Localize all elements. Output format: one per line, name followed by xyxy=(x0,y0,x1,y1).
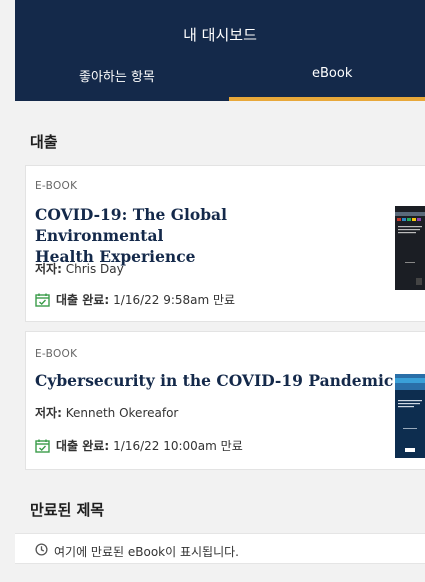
loan-card[interactable]: E-BOOK COVID-19: The Global Environmenta… xyxy=(25,165,425,322)
clock-icon xyxy=(35,543,48,556)
tab-favorites[interactable]: 좋아하는 항목 xyxy=(79,66,155,85)
page-title: 내 대시보드 xyxy=(183,26,257,44)
app-header: 내 대시보드 좋아하는 항목 eBook xyxy=(15,0,425,101)
author-name: Kenneth Okereafor xyxy=(65,406,179,420)
book-title[interactable]: Cybersecurity in the COVID-19 Pandemic xyxy=(35,370,395,391)
book-cover-art xyxy=(395,206,425,290)
book-cover-image[interactable] xyxy=(395,374,425,458)
author-name: Chris Day xyxy=(65,262,124,276)
active-tab-indicator xyxy=(229,97,425,101)
tab-ebook[interactable]: eBook xyxy=(312,66,352,81)
loan-status: 대출 완료: 1/16/22 10:00am 만료 xyxy=(35,437,243,454)
calendar-check-icon xyxy=(35,439,50,453)
loan-card[interactable]: E-BOOK Cybersecurity in the COVID-19 Pan… xyxy=(25,331,425,470)
loan-status: 대출 완료: 1/16/22 9:58am 만료 xyxy=(35,291,235,308)
book-cover-art xyxy=(395,374,425,458)
item-type-label: E-BOOK xyxy=(35,180,78,192)
calendar-check-icon xyxy=(35,293,50,307)
author-line: 저자: Chris Day xyxy=(35,260,124,277)
expired-section-title: 만료된 제목 xyxy=(30,501,105,519)
loans-section-title: 대출 xyxy=(30,133,58,151)
item-type-label: E-BOOK xyxy=(35,348,78,360)
author-label: 저자: xyxy=(35,406,62,420)
status-label: 대출 완료: xyxy=(56,293,110,307)
book-title-line: COVID-19: The Global Environmental xyxy=(35,205,227,245)
expired-empty-state: 여기에 만료된 eBook이 표시됩니다. xyxy=(15,533,425,564)
expired-message: 여기에 만료된 eBook이 표시됩니다. xyxy=(54,545,239,559)
book-title-line: Cybersecurity in the COVID-19 Pandemic xyxy=(35,371,394,390)
author-line: 저자: Kenneth Okereafor xyxy=(35,404,178,421)
status-value: 1/16/22 9:58am 만료 xyxy=(113,293,236,307)
status-label: 대출 완료: xyxy=(56,439,110,453)
book-title[interactable]: COVID-19: The Global Environmental Healt… xyxy=(35,204,355,267)
status-value: 1/16/22 10:00am 만료 xyxy=(113,439,243,453)
book-cover-image[interactable] xyxy=(395,206,425,290)
author-label: 저자: xyxy=(35,262,62,276)
